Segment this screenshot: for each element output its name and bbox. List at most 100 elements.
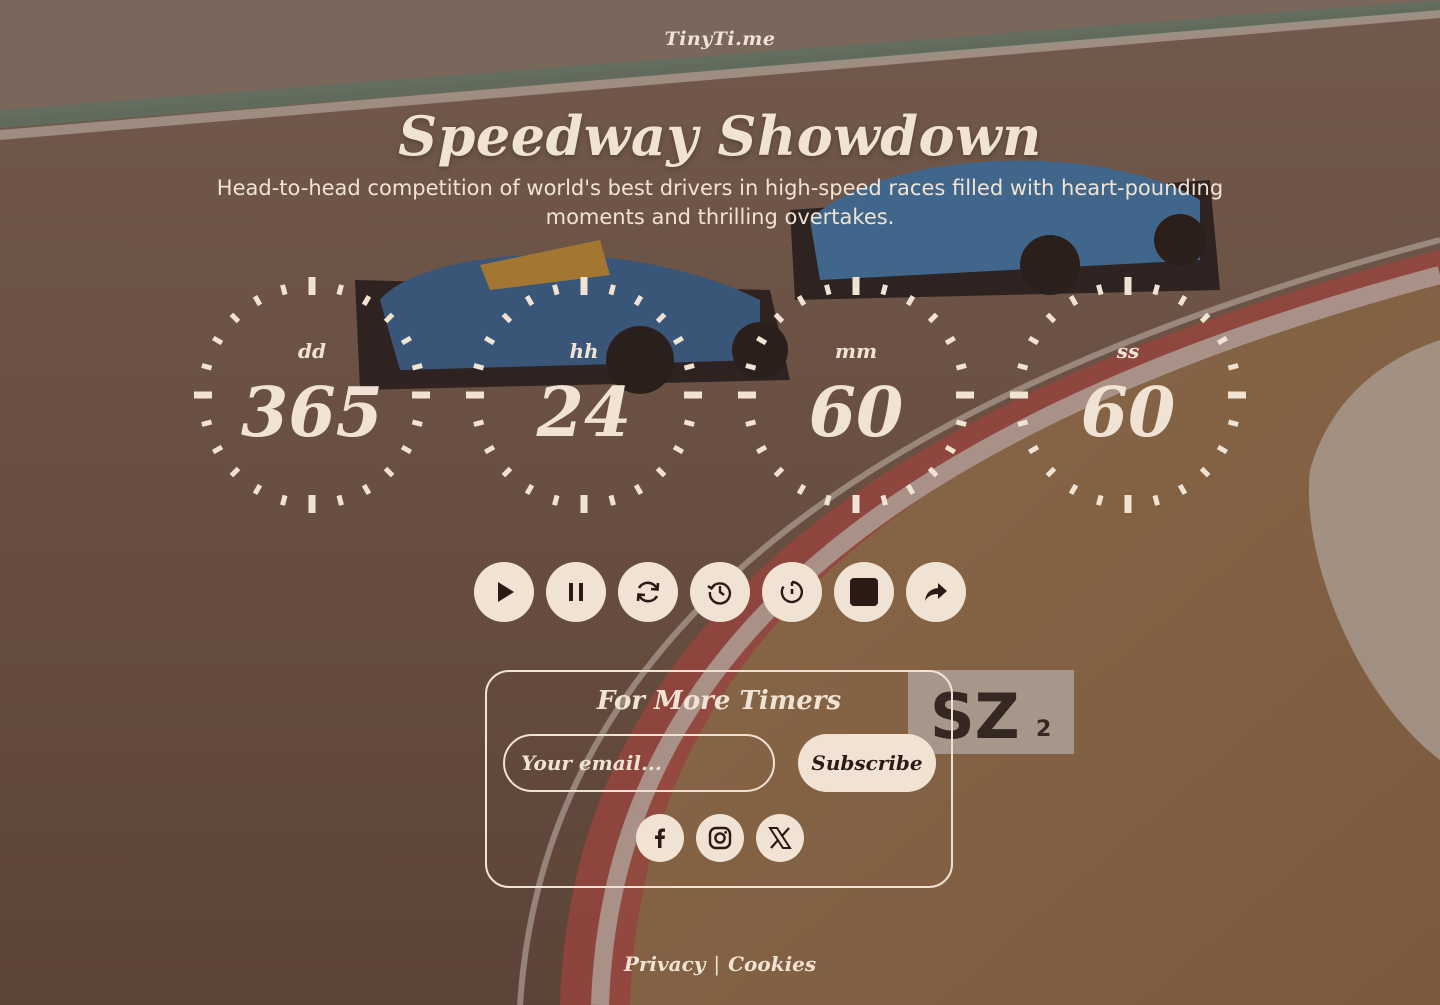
ring-tick	[955, 363, 967, 371]
history-button[interactable]	[690, 562, 750, 622]
countdown-unit-label: mm	[834, 339, 878, 363]
ring-tick	[383, 312, 395, 324]
ring-tick	[1096, 284, 1104, 296]
play-button[interactable]	[474, 562, 534, 622]
countdown-value: 60	[808, 373, 904, 453]
page-subtitle: Head-to-head competition of world's best…	[216, 176, 1224, 229]
privacy-link[interactable]: Privacy	[624, 952, 706, 976]
ring-tick	[201, 363, 213, 371]
ring-tick	[1045, 466, 1057, 478]
play-icon	[498, 582, 514, 602]
ring-tick	[411, 363, 423, 371]
ring-tick	[905, 483, 916, 495]
page-title: Speedway Showdown	[398, 104, 1042, 168]
ring-tick	[773, 312, 785, 324]
share-icon	[925, 583, 947, 601]
ring-tick	[1045, 312, 1057, 324]
ring-tick	[552, 284, 560, 296]
email-input[interactable]	[503, 734, 775, 792]
pause-button[interactable]	[546, 562, 606, 622]
instagram-link[interactable]	[696, 814, 744, 862]
timer-icon	[780, 580, 804, 604]
footer-links: Privacy | Cookies	[0, 952, 1440, 976]
timer-controls	[474, 562, 966, 622]
ring-tick	[1152, 284, 1160, 296]
ring-tick	[608, 284, 616, 296]
ring-tick	[655, 466, 667, 478]
countdown-unit-label: dd	[298, 339, 326, 363]
ring-tick	[880, 494, 888, 506]
ring-tick	[927, 312, 939, 324]
ring-tick	[229, 466, 241, 478]
ring-tick	[336, 284, 344, 296]
ring-tick	[280, 494, 288, 506]
ring-tick	[1227, 363, 1239, 371]
ring-tick	[336, 494, 344, 506]
refresh-icon	[636, 581, 660, 603]
ring-tick	[524, 295, 535, 307]
ring-tick	[655, 312, 667, 324]
ring-tick	[1152, 494, 1160, 506]
history-icon	[707, 582, 732, 605]
ring-tick	[633, 483, 644, 495]
ring-tick	[608, 494, 616, 506]
ring-tick	[796, 295, 807, 307]
ring-tick	[473, 363, 485, 371]
ring-tick	[905, 295, 916, 307]
pause-icon	[569, 583, 583, 601]
ring-tick	[633, 295, 644, 307]
ring-tick	[501, 466, 513, 478]
ring-tick	[796, 483, 807, 495]
ring-tick	[361, 295, 372, 307]
countdown-minutes: mm 60	[736, 275, 976, 515]
facebook-icon	[655, 828, 665, 848]
countdown-hours: hh 24	[464, 275, 704, 515]
countdown-value: 60	[1080, 373, 1176, 453]
instagram-icon	[708, 826, 732, 850]
ring-tick	[927, 466, 939, 478]
countdown-unit-label: hh	[569, 339, 599, 363]
ring-tick	[280, 284, 288, 296]
stop-icon	[850, 578, 878, 606]
ring-tick	[824, 284, 832, 296]
ring-tick	[1068, 483, 1079, 495]
ring-tick	[880, 284, 888, 296]
stop-button[interactable]	[834, 562, 894, 622]
ring-tick	[1096, 494, 1104, 506]
ring-tick	[773, 466, 785, 478]
x-link[interactable]	[756, 814, 804, 862]
ring-tick	[361, 483, 372, 495]
countdown-seconds: ss 60	[1008, 275, 1248, 515]
ring-tick	[524, 483, 535, 495]
countdown-value: 24	[536, 373, 632, 453]
ring-tick	[824, 494, 832, 506]
countdown-unit-label: ss	[1116, 339, 1140, 363]
ring-tick	[683, 363, 695, 371]
restart-button[interactable]	[618, 562, 678, 622]
ring-tick	[1199, 466, 1211, 478]
facebook-link[interactable]	[636, 814, 684, 862]
subscribe-panel: For More Timers Subscribe	[485, 670, 953, 888]
subscribe-button[interactable]: Subscribe	[798, 734, 936, 792]
ring-tick	[1068, 295, 1079, 307]
ring-tick	[1199, 312, 1211, 324]
ring-tick	[745, 363, 757, 371]
countdown-value: 365	[241, 373, 383, 453]
ring-tick	[1177, 483, 1188, 495]
brand-logo[interactable]: TinyTi.me	[0, 28, 1440, 50]
subscribe-heading: For More Timers	[596, 686, 842, 716]
ring-tick	[229, 312, 241, 324]
countdown-days: dd 365	[192, 275, 432, 515]
timer-button[interactable]	[762, 562, 822, 622]
ring-tick	[552, 494, 560, 506]
ring-tick	[1017, 363, 1029, 371]
cookies-link[interactable]: Cookies	[728, 952, 816, 976]
x-icon	[768, 827, 792, 849]
footer-separator: |	[713, 952, 721, 976]
ring-tick	[501, 312, 513, 324]
ring-tick	[252, 295, 263, 307]
ring-tick	[383, 466, 395, 478]
ring-tick	[1177, 295, 1188, 307]
share-button[interactable]	[906, 562, 966, 622]
ring-tick	[252, 483, 263, 495]
